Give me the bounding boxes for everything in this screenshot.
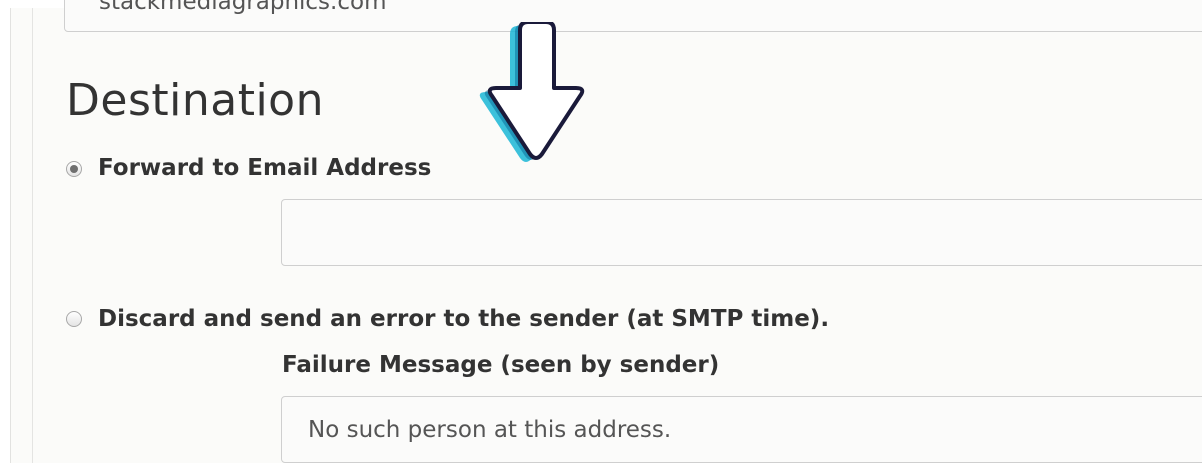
domain-field[interactable]: stackmediagraphics.com	[64, 0, 1202, 32]
panel-divider	[32, 8, 33, 463]
destination-heading: Destination	[66, 75, 324, 126]
discard-radio-label[interactable]: Discard and send an error to the sender …	[98, 306, 829, 332]
forward-radio[interactable]	[66, 161, 82, 177]
discard-radio[interactable]	[66, 311, 82, 327]
page: stackmediagraphics.com Destination Forwa…	[0, 0, 1202, 463]
forward-email-input[interactable]	[281, 199, 1202, 266]
domain-field-value: stackmediagraphics.com	[99, 0, 387, 15]
failure-message-label: Failure Message (seen by sender)	[282, 352, 720, 378]
forward-radio-label[interactable]: Forward to Email Address	[98, 155, 431, 181]
arrow-down-icon	[479, 22, 585, 162]
failure-message-input[interactable]	[281, 396, 1202, 463]
